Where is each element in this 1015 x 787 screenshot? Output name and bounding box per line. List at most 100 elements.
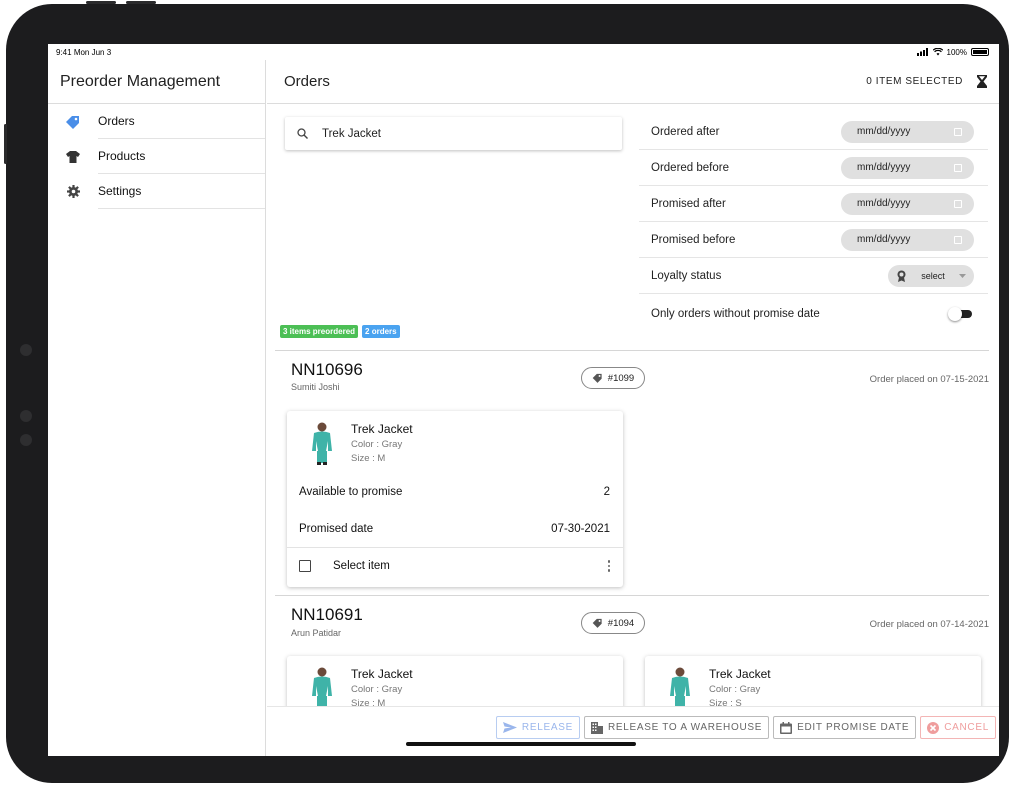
edit-promise-date-button[interactable]: EDIT PROMISE DATE [773,716,917,739]
warehouse-icon [590,721,603,734]
product-color: Color : Gray [709,684,761,695]
filter-label: Promised after [651,197,726,210]
orders-count-badge: 2 orders [362,325,400,338]
customer-name: Sumiti Joshi [291,382,340,392]
search-input[interactable]: Trek Jacket [285,117,622,150]
more-options-icon[interactable] [607,560,610,572]
sensor-dot [20,434,32,446]
filter-label: Ordered after [651,125,720,138]
select-item-checkbox[interactable] [299,560,311,572]
filter-ordered-before: Ordered before mm/dd/yyyy [639,150,988,186]
home-indicator [406,742,636,746]
sidebar-item-products[interactable]: Products [48,139,265,174]
sidebar: Preorder Management Orders Products Sett… [48,60,266,756]
promised-date-row: Promised date 07-30-2021 [287,510,623,547]
date-placeholder: mm/dd/yyyy [857,198,911,209]
product-info: Trek Jacket Color : Gray Size : M [351,421,413,465]
battery-icon [971,48,989,56]
status-indicators: 100% [916,47,989,57]
sensor-dot [20,344,32,356]
volume-button [4,124,7,164]
order-placed-date: Order placed on 07-14-2021 [869,619,989,630]
status-date: Mon Jun 3 [73,47,112,57]
sidebar-item-label: Settings [98,174,265,209]
gear-icon [48,185,98,198]
promised-date-label: Promised date [299,522,374,535]
product-info: Trek Jacket Color : Gray Size : S [709,666,771,710]
ordered-after-date-field[interactable]: mm/dd/yyyy [841,120,974,143]
top-button [86,1,116,4]
shirt-icon [48,150,98,163]
filter-without-promise: Only orders without promise date [639,294,988,333]
filter-loyalty-status: Loyalty status select [639,258,988,294]
filters-panel: Ordered after mm/dd/yyyy Ordered before … [639,114,988,333]
main-header: Orders 0 ITEM SELECTED [267,60,999,104]
send-icon [502,722,517,733]
promised-before-date-field[interactable]: mm/dd/yyyy [841,228,974,251]
order-id: NN10691 [291,605,363,624]
product-summary: Trek Jacket Color : Gray Size : M [287,411,623,465]
filter-label: Promised before [651,233,736,246]
section-divider [275,595,989,596]
caret-down-icon [958,273,966,278]
status-time: 9:41 [56,47,72,57]
award-icon [897,270,906,282]
filter-ordered-after: Ordered after mm/dd/yyyy [639,114,988,150]
product-color: Color : Gray [351,684,403,695]
product-name: Trek Jacket [351,422,413,436]
screen: 9:41 Mon Jun 3 100% Preorder Management … [48,44,999,756]
order-tag: #1094 [607,617,635,629]
search-value: Trek Jacket [322,127,382,140]
tag-icon [592,618,602,628]
filter-label: Loyalty status [651,269,722,282]
order-tag-chip[interactable]: #1099 [581,367,645,389]
product-color: Color : Gray [351,439,403,450]
order-item-card: Trek Jacket Color : Gray Size : M Availa… [287,411,623,587]
signal-icon [916,48,928,56]
status-time-date: 9:41 Mon Jun 3 [56,48,111,57]
page-title: Orders [284,73,330,90]
edit-promise-label: EDIT PROMISE DATE [797,722,910,733]
calendar-icon [954,163,962,172]
date-placeholder: mm/dd/yyyy [857,162,911,173]
release-to-warehouse-button[interactable]: RELEASE TO A WAREHOUSE [583,716,770,739]
promised-after-date-field[interactable]: mm/dd/yyyy [841,192,974,215]
without-promise-toggle[interactable] [948,306,974,321]
toggle-knob [948,306,962,321]
calendar-icon [780,721,793,734]
select-item-label: Select item [333,560,390,572]
main-content: Orders 0 ITEM SELECTED Trek Jacket Order… [267,60,999,756]
order-placed-date: Order placed on 07-15-2021 [869,374,989,385]
release-button[interactable]: RELEASE [495,716,580,739]
filter-promised-before: Promised before mm/dd/yyyy [639,222,988,258]
release-label: RELEASE [521,722,573,733]
calendar-icon [954,235,962,244]
loyalty-status-select[interactable]: select [888,264,974,287]
product-size: Size : M [351,453,386,464]
product-thumbnail [670,667,690,708]
product-summary: Trek Jacket Color : Gray Size : M [287,656,623,710]
summary-badges: 3 items preordered 2 orders [280,325,400,338]
wifi-icon [932,48,943,56]
cancel-button[interactable]: CANCEL [920,716,996,739]
select-item-row: Select item [287,547,623,584]
release-warehouse-label: RELEASE TO A WAREHOUSE [607,722,763,733]
sensor-dot [20,410,32,422]
battery-percent: 100% [946,47,967,57]
date-placeholder: mm/dd/yyyy [857,126,911,137]
ordered-before-date-field[interactable]: mm/dd/yyyy [841,156,974,179]
selected-count: 0 ITEM SELECTED [866,76,963,87]
tablet-frame: 9:41 Mon Jun 3 100% Preorder Management … [4,1,1009,783]
header-actions: 0 ITEM SELECTED [866,75,987,88]
sidebar-item-settings[interactable]: Settings [48,174,265,209]
sidebar-item-label: Orders [98,104,265,139]
sidebar-item-orders[interactable]: Orders [48,104,265,139]
order-tag-chip[interactable]: #1094 [581,612,645,634]
hourglass-icon[interactable] [977,75,987,88]
sidebar-item-label: Products [98,139,265,174]
order-id: NN10696 [291,360,363,379]
date-placeholder: mm/dd/yyyy [857,234,911,245]
select-value: select [921,270,945,281]
cancel-label: CANCEL [944,722,989,733]
status-bar: 9:41 Mon Jun 3 100% [48,44,999,60]
